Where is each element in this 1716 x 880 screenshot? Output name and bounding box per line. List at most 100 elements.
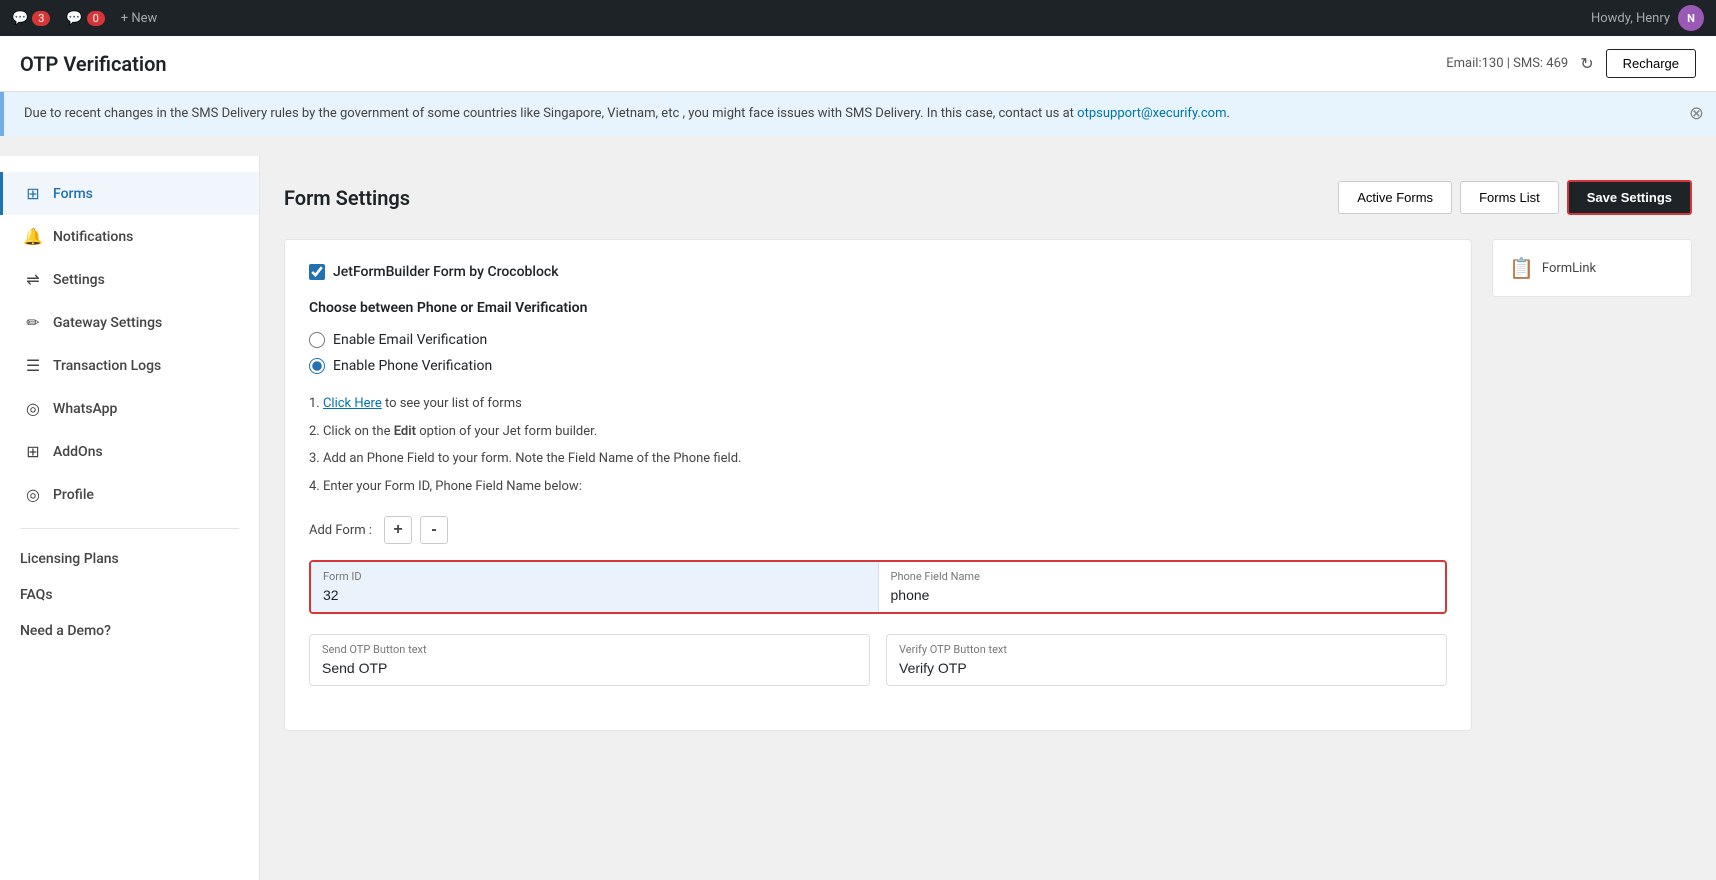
click-here-link[interactable]: Click Here [323,396,382,411]
phone-radio-label: Enable Phone Verification [333,358,492,374]
comment-icon: 💬 [12,11,28,26]
content-area: JetFormBuilder Form by Crocoblock Choose… [284,239,1692,731]
add-form-label: Add Form : [309,523,372,538]
faqs-link[interactable]: FAQs [0,577,259,613]
phone-field-input[interactable] [891,587,1434,603]
form-settings-title: Form Settings [284,186,410,210]
admin-bar: 💬 3 💬 0 + New Howdy, Henry N [0,0,1716,36]
phone-field-label: Phone Field Name [891,570,1434,583]
remove-form-button[interactable]: - [420,516,448,544]
add-form-button[interactable]: + [384,516,412,544]
send-otp-label: Send OTP Button text [322,643,857,656]
sidebar-divider [20,528,239,529]
header-right: Email:130 | SMS: 469 ↻ Recharge [1446,49,1696,78]
otp-row: Send OTP Button text Verify OTP Button t… [309,634,1447,686]
sidebar-item-label: WhatsApp [53,401,117,417]
form-id-group: Form ID [311,562,879,612]
sidebar-item-notifications[interactable]: 🔔 Notifications [0,215,259,258]
notice-text: Due to recent changes in the SMS Deliver… [24,106,1074,121]
notifications-icon: 🔔 [23,227,43,246]
email-radio[interactable] [309,332,325,348]
new-button[interactable]: + New [121,11,158,26]
send-otp-input[interactable] [322,660,857,676]
gateway-icon: ✏ [23,313,43,332]
instructions: 1. Click Here to see your list of forms … [309,394,1447,496]
whatsapp-icon: ◎ [23,399,43,418]
sidebar-item-label: Notifications [53,229,133,245]
comments-item[interactable]: 💬 3 [12,11,50,26]
updates-icon: 💬 [66,11,82,26]
sidebar-item-label: Settings [53,272,105,288]
admin-bar-right: Howdy, Henry N [1591,5,1704,31]
plugin-title: OTP Verification [20,52,167,76]
header-actions: Active Forms Forms List Save Settings [1338,180,1692,215]
refresh-icon[interactable]: ↻ [1580,54,1593,73]
send-otp-field: Send OTP Button text [309,634,870,686]
right-panel: 📋 FormLink [1492,239,1692,731]
sidebar-item-gateway-settings[interactable]: ✏ Gateway Settings [0,301,259,344]
sidebar-item-label: Transaction Logs [53,358,161,374]
addons-icon: ⊞ [23,442,43,461]
sidebar-item-label: Gateway Settings [53,315,162,331]
main-content: Form Settings Active Forms Forms List Sa… [260,156,1716,880]
comments-count: 3 [32,11,50,26]
sidebar-item-label: Forms [53,186,93,202]
email-radio-label: Enable Email Verification [333,332,487,348]
sidebar-item-transaction-logs[interactable]: ☰ Transaction Logs [0,344,259,387]
forms-list-button[interactable]: Forms List [1460,181,1559,214]
form-builder-label: JetFormBuilder Form by Crocoblock [333,264,559,280]
notice-link[interactable]: otpsupport@xecurify.com [1077,106,1226,121]
instruction-2: 2. Click on the Edit option of your Jet … [309,422,1447,442]
add-form-row: Add Form : + - [309,516,1447,544]
sidebar-item-label: Profile [53,487,94,503]
howdy-text: Howdy, Henry [1591,11,1670,26]
recharge-button[interactable]: Recharge [1606,49,1696,78]
radio-group: Enable Email Verification Enable Phone V… [309,332,1447,374]
layout: ⊞ Forms 🔔 Notifications ⇌ Settings ✏ Gat… [0,156,1716,880]
email-verification-option: Enable Email Verification [309,332,1447,348]
licensing-link[interactable]: Licensing Plans [0,541,259,577]
form-panel: JetFormBuilder Form by Crocoblock Choose… [284,239,1472,731]
email-sms-info: Email:130 | SMS: 469 [1446,56,1568,71]
new-label: + New [121,11,158,26]
admin-bar-left: 💬 3 💬 0 + New [12,11,1575,26]
sidebar-item-addons[interactable]: ⊞ AddOns [0,430,259,473]
notice-close-button[interactable]: ⊗ [1689,105,1704,123]
notice-bar: Due to recent changes in the SMS Deliver… [0,92,1716,136]
form-builder-checkbox[interactable] [309,264,325,280]
active-forms-button[interactable]: Active Forms [1338,181,1452,214]
verify-otp-field: Verify OTP Button text [886,634,1447,686]
sidebar: ⊞ Forms 🔔 Notifications ⇌ Settings ✏ Gat… [0,156,260,880]
instruction-1: 1. Click Here to see your list of forms [309,394,1447,414]
sidebar-item-settings[interactable]: ⇌ Settings [0,258,259,301]
verification-heading: Choose between Phone or Email Verificati… [309,300,1447,316]
verify-otp-label: Verify OTP Button text [899,643,1434,656]
phone-radio[interactable] [309,358,325,374]
form-builder-checkbox-row: JetFormBuilder Form by Crocoblock [309,264,1447,280]
phone-verification-option: Enable Phone Verification [309,358,1447,374]
phone-field-group: Phone Field Name [879,562,1446,612]
updates-count: 0 [87,11,105,26]
formlink-icon: 📋 [1509,256,1534,280]
verify-otp-input[interactable] [899,660,1434,676]
form-id-input[interactable] [323,587,866,603]
profile-icon: ◎ [23,485,43,504]
formlink-card[interactable]: 📋 FormLink [1492,239,1692,297]
form-field-row: Form ID Phone Field Name [309,560,1447,614]
avatar: N [1678,5,1704,31]
instruction-3: 3. Add an Phone Field to your form. Note… [309,449,1447,469]
form-settings-header: Form Settings Active Forms Forms List Sa… [284,180,1692,215]
settings-icon: ⇌ [23,270,43,289]
transaction-icon: ☰ [23,356,43,375]
save-settings-button[interactable]: Save Settings [1567,180,1692,215]
instruction-4: 4. Enter your Form ID, Phone Field Name … [309,477,1447,497]
sidebar-item-label: AddOns [53,444,103,460]
demo-link[interactable]: Need a Demo? [0,613,259,649]
forms-icon: ⊞ [23,184,43,203]
updates-item[interactable]: 💬 0 [66,11,104,26]
sidebar-item-profile[interactable]: ◎ Profile [0,473,259,516]
form-id-label: Form ID [323,570,866,583]
sidebar-item-whatsapp[interactable]: ◎ WhatsApp [0,387,259,430]
sidebar-item-forms[interactable]: ⊞ Forms [0,172,259,215]
plugin-header: OTP Verification Email:130 | SMS: 469 ↻ … [0,36,1716,92]
